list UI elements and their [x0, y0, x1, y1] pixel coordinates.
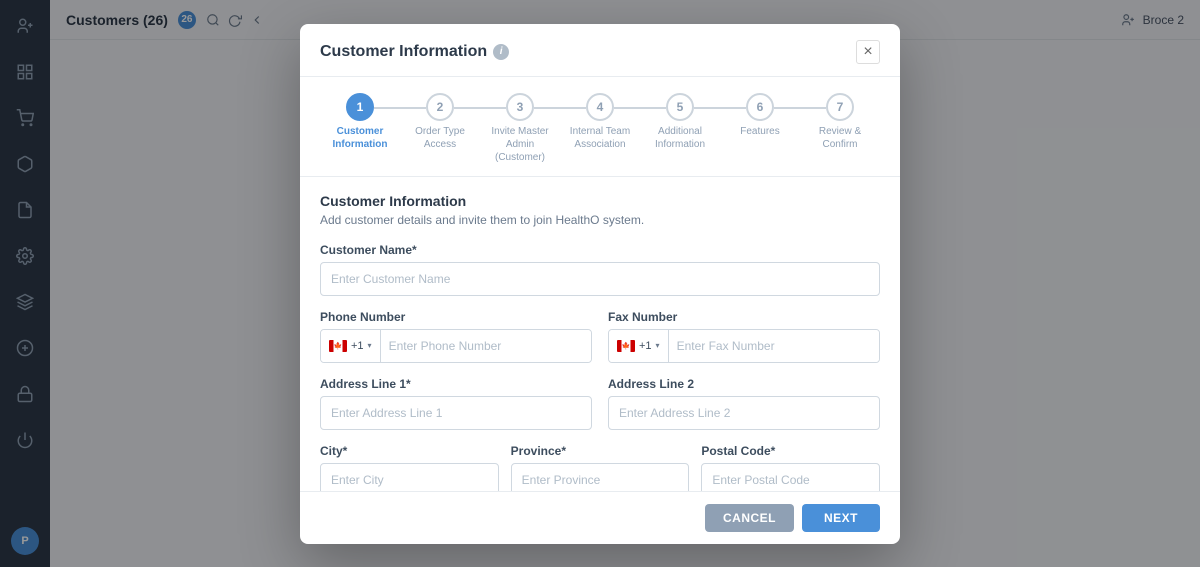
fax-canada-flag [617, 340, 635, 352]
step-6[interactable]: 6 Features [720, 93, 800, 138]
phone-prefix[interactable]: +1 ▾ [321, 330, 381, 362]
address-line1-label: Address Line 1* [320, 377, 592, 391]
step-3-label: Invite Master Admin (Customer) [485, 125, 555, 164]
phone-number-label: Phone Number [320, 310, 592, 324]
phone-input-wrapper: +1 ▾ [320, 329, 592, 363]
step-5-circle: 5 [666, 93, 694, 121]
step-2-circle: 2 [426, 93, 454, 121]
fax-prefix[interactable]: +1 ▾ [609, 330, 669, 362]
city-group: City* [320, 444, 499, 491]
address-row: Address Line 1* Address Line 2 [320, 377, 880, 444]
info-icon[interactable]: i [493, 44, 509, 60]
fax-input-wrapper: +1 ▾ [608, 329, 880, 363]
modal-body: Customer Information Add customer detail… [300, 177, 900, 491]
province-input[interactable] [511, 463, 690, 491]
fax-number-group: Fax Number +1 ▾ [608, 310, 880, 363]
province-label: Province* [511, 444, 690, 458]
phone-chevron-icon: ▾ [368, 341, 372, 350]
canada-flag [329, 340, 347, 352]
step-4-label: Internal Team Association [565, 125, 635, 151]
step-3-circle: 3 [506, 93, 534, 121]
next-button[interactable]: NEXT [802, 504, 880, 532]
fax-code: +1 [639, 340, 652, 352]
step-7-label: Review & Confirm [805, 125, 875, 151]
step-7[interactable]: 7 Review & Confirm [800, 93, 880, 151]
customer-name-label: Customer Name* [320, 243, 880, 257]
address-line2-label: Address Line 2 [608, 377, 880, 391]
step-5[interactable]: 5 Additional Information [640, 93, 720, 151]
address-line2-group: Address Line 2 [608, 377, 880, 430]
modal-footer: CANCEL NEXT [300, 491, 900, 544]
step-4-circle: 4 [586, 93, 614, 121]
postal-code-input[interactable] [701, 463, 880, 491]
fax-chevron-icon: ▾ [656, 341, 660, 350]
step-3[interactable]: 3 Invite Master Admin (Customer) [480, 93, 560, 164]
step-1-label: CustomerInformation [333, 125, 388, 151]
step-2-label: Order Type Access [405, 125, 475, 151]
address-line2-input[interactable] [608, 396, 880, 430]
modal-title-text: Customer Information [320, 43, 487, 61]
fax-number-label: Fax Number [608, 310, 880, 324]
postal-code-label: Postal Code* [701, 444, 880, 458]
section-subtitle: Add customer details and invite them to … [320, 213, 880, 227]
phone-number-group: Phone Number +1 ▾ [320, 310, 592, 363]
city-province-postal-row: City* Province* Postal Code* [320, 444, 880, 491]
city-label: City* [320, 444, 499, 458]
step-5-label: Additional Information [645, 125, 715, 151]
customer-name-input[interactable] [320, 262, 880, 296]
modal-header: Customer Information i × [300, 24, 900, 77]
customer-information-modal: Customer Information i × 1 CustomerInfor… [300, 24, 900, 544]
phone-number-input[interactable] [381, 330, 591, 362]
city-input[interactable] [320, 463, 499, 491]
postal-code-group: Postal Code* [701, 444, 880, 491]
step-2[interactable]: 2 Order Type Access [400, 93, 480, 151]
address-line1-input[interactable] [320, 396, 592, 430]
phone-fax-row: Phone Number +1 ▾ Fax Number +1 ▾ [320, 310, 880, 377]
stepper: 1 CustomerInformation 2 Order Type Acces… [300, 77, 900, 177]
section-title: Customer Information [320, 193, 880, 209]
cancel-button[interactable]: CANCEL [705, 504, 794, 532]
step-1-circle: 1 [346, 93, 374, 121]
phone-code: +1 [351, 340, 364, 352]
close-button[interactable]: × [856, 40, 880, 64]
address-line1-group: Address Line 1* [320, 377, 592, 430]
modal-title: Customer Information i [320, 43, 509, 61]
step-1[interactable]: 1 CustomerInformation [320, 93, 400, 151]
fax-number-input[interactable] [669, 330, 879, 362]
customer-name-group: Customer Name* [320, 243, 880, 296]
step-7-circle: 7 [826, 93, 854, 121]
step-4[interactable]: 4 Internal Team Association [560, 93, 640, 151]
step-6-circle: 6 [746, 93, 774, 121]
province-group: Province* [511, 444, 690, 491]
step-6-label: Features [740, 125, 779, 138]
